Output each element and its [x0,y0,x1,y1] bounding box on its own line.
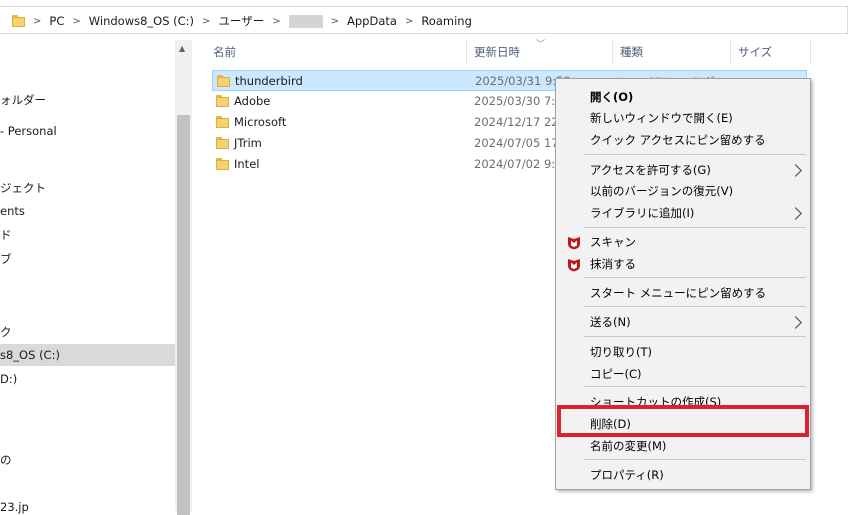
menu-item-send-to[interactable]: 送る(N) [590,314,631,330]
nav-item-personal[interactable]: - Personal [0,124,57,138]
menu-separator [584,459,806,460]
breadcrumb-drive[interactable]: Windows8_OS (C:) [89,14,194,28]
chevron-right-icon [789,164,802,177]
chevron-right-icon [789,316,802,329]
folder-icon [12,15,25,27]
menu-separator [584,277,806,278]
menu-separator [584,306,806,307]
column-divider[interactable] [730,40,731,64]
nav-item-objects[interactable]: ジェクト [0,180,46,196]
menu-item-erase[interactable]: 抹消する [590,256,636,272]
breadcrumb-appdata[interactable]: AppData [347,14,397,28]
breadcrumb: > PC > Windows8_OS (C:) > ユーザー > > AppDa… [12,13,472,29]
nav-scrollbar[interactable]: ▲ [175,40,192,515]
scroll-up-icon[interactable]: ▲ [179,44,185,53]
chevron-right-icon[interactable]: > [272,16,280,27]
menu-item-pin-quick-access[interactable]: クイック アクセスにピン留めする [590,132,766,148]
file-name: JTrim [234,136,262,150]
menu-item-open[interactable]: 開く(O) [590,89,633,105]
column-divider[interactable] [810,40,811,64]
menu-separator [584,386,806,387]
menu-item-rename[interactable]: 名前の変更(M) [590,438,666,454]
breadcrumb-users[interactable]: ユーザー [218,13,264,29]
menu-item-copy[interactable]: コピー(C) [590,366,642,382]
address-bar[interactable]: > PC > Windows8_OS (C:) > ユーザー > > AppDa… [0,0,850,40]
column-header-name[interactable]: 名前 [213,44,236,60]
menu-item-open-new-window[interactable]: 新しいウィンドウで開く(E) [590,110,733,126]
scroll-thumb[interactable] [177,115,190,515]
file-name: thunderbird [235,74,303,88]
chevron-right-icon [789,207,802,220]
nav-item-folder[interactable]: ォルダー [0,92,46,108]
menu-item-add-library[interactable]: ライブラリに追加(I) [590,205,694,221]
breadcrumb-roaming[interactable]: Roaming [421,14,472,28]
nav-item-desktop[interactable]: ブ [0,251,12,267]
column-header-date[interactable]: 更新日時 [474,44,520,60]
nav-item-documents[interactable]: ents [0,204,25,218]
menu-separator [584,336,806,337]
menu-item-pin-start[interactable]: スタート メニューにピン留めする [590,285,766,301]
column-header-type[interactable]: 種類 [620,44,643,60]
folder-icon [216,116,229,128]
chevron-right-icon[interactable]: > [202,16,210,27]
nav-item-network[interactable]: ク [0,324,12,340]
column-divider[interactable] [466,40,467,64]
folder-icon [217,75,230,87]
folder-icon [216,158,229,170]
chevron-right-icon[interactable]: > [405,16,413,27]
mcafee-shield-icon [568,259,580,272]
folder-icon [216,137,229,149]
chevron-right-icon[interactable]: > [72,16,80,27]
nav-item-d-drive[interactable]: D:) [0,372,17,386]
file-name: Intel [234,157,260,171]
menu-item-cut[interactable]: 切り取り(T) [590,344,652,360]
menu-item-scan[interactable]: スキャン [590,234,636,250]
nav-item-c-drive[interactable]: s8_OS (C:) [0,348,60,362]
folder-icon [216,95,229,107]
breadcrumb-user-redacted[interactable] [288,14,323,28]
navigation-pane: ォルダー - Personal ジェクト ents ド ブ ク s8_OS (C… [0,40,192,514]
menu-item-restore-versions[interactable]: 以前のバージョンの復元(V) [590,183,733,199]
nav-item-jp[interactable]: 23.jp [0,500,29,514]
nav-item-downloads[interactable]: ド [0,227,12,243]
chevron-right-icon[interactable]: > [331,16,339,27]
menu-item-properties[interactable]: プロパティ(R) [590,467,664,483]
breadcrumb-pc[interactable]: PC [49,14,64,28]
column-divider[interactable] [612,40,613,64]
delete-highlight-box [557,405,809,437]
file-name: Microsoft [234,115,287,129]
menu-item-give-access[interactable]: アクセスを許可する(G) [590,162,711,178]
menu-separator [584,154,806,155]
nav-item-other[interactable]: の [0,452,12,468]
column-header-size[interactable]: サイズ [738,44,772,60]
file-name: Adobe [234,94,271,108]
menu-separator [584,227,806,228]
chevron-right-icon[interactable]: > [33,16,41,27]
mcafee-shield-icon [568,237,580,250]
sort-down-icon: ﹀ [536,40,546,50]
